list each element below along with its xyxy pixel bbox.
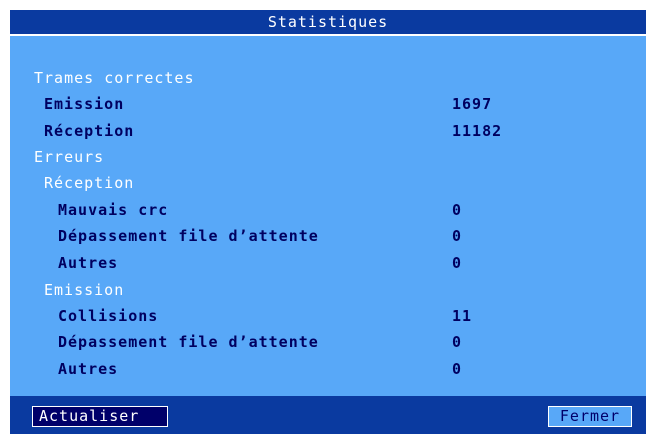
reception-value: 11182 bbox=[452, 122, 503, 140]
tx-autres-value: 0 bbox=[452, 360, 463, 378]
close-button[interactable]: Fermer bbox=[548, 406, 632, 427]
tx-autres-label: Autres bbox=[58, 360, 119, 378]
rx-autres-value: 0 bbox=[452, 254, 463, 272]
section-erreurs: Erreurs bbox=[34, 148, 105, 166]
mauvais-crc-value: 0 bbox=[452, 201, 463, 219]
rx-autres-label: Autres bbox=[58, 254, 119, 272]
section-trames-correctes: Trames correctes bbox=[34, 69, 195, 87]
tx-overflow-label: Dépassement file d’attente bbox=[58, 333, 319, 351]
tx-overflow-value: 0 bbox=[452, 333, 463, 351]
reception-label: Réception bbox=[44, 122, 135, 140]
rx-overflow-value: 0 bbox=[452, 227, 463, 245]
dialog-title: Statistiques bbox=[10, 10, 646, 36]
subsection-reception: Réception bbox=[44, 174, 135, 192]
rx-overflow-label: Dépassement file d’attente bbox=[58, 227, 319, 245]
mauvais-crc-label: Mauvais crc bbox=[58, 201, 169, 219]
refresh-button[interactable]: Actualiser bbox=[32, 406, 168, 427]
dialog-footer: Actualiser Fermer bbox=[10, 396, 646, 434]
emission-value: 1697 bbox=[452, 95, 493, 113]
collisions-value: 11 bbox=[452, 307, 473, 325]
collisions-label: Collisions bbox=[58, 307, 159, 325]
subsection-emission: Emission bbox=[44, 281, 125, 299]
emission-label: Emission bbox=[44, 95, 125, 113]
statistics-dialog: Statistiques Trames correctes Emission 1… bbox=[10, 10, 646, 434]
